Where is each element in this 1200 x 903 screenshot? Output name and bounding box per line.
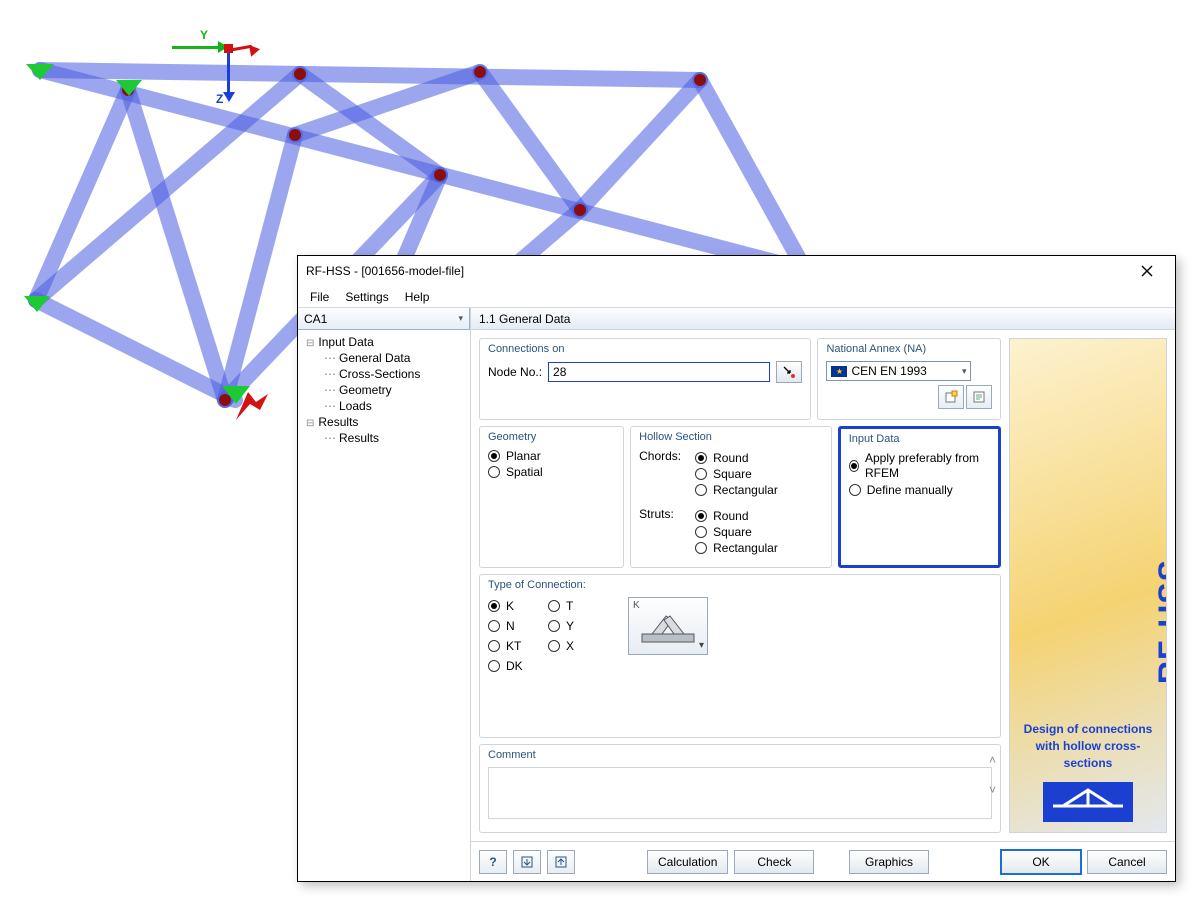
radio-struts-square[interactable]: Square	[695, 525, 778, 539]
radio-planar[interactable]: Planar	[488, 449, 615, 463]
menu-file[interactable]: File	[304, 288, 335, 306]
radio-struts-rect[interactable]: Rectangular	[695, 541, 778, 555]
group-hollow-section: Hollow Section Chords: Round Square Rect…	[630, 426, 832, 568]
tree-input-data[interactable]: Input Data	[300, 334, 468, 350]
cancel-button[interactable]: Cancel	[1087, 850, 1167, 874]
tree-loads[interactable]: Loads	[300, 398, 468, 414]
national-annex-select[interactable]: ★ CEN EN 1993 ▾	[826, 361, 971, 381]
calculation-button[interactable]: Calculation	[647, 850, 728, 874]
group-input-data: Input Data Apply preferably from RFEM De…	[838, 426, 1001, 568]
legend-connections-on: Connections on	[488, 343, 802, 355]
radio-chords-square[interactable]: Square	[695, 467, 778, 481]
chevron-down-icon: ▾	[458, 313, 463, 324]
annex-edit-button[interactable]	[966, 385, 992, 409]
struts-label: Struts:	[639, 507, 685, 557]
radio-spatial[interactable]: Spatial	[488, 465, 615, 479]
import-button[interactable]	[547, 850, 575, 874]
legend-hollow: Hollow Section	[639, 431, 823, 443]
chevron-down-icon: ▾	[699, 640, 704, 651]
group-connections-on: Connections on Node No.:	[479, 338, 811, 420]
radio-conn-T[interactable]: T	[548, 599, 608, 613]
legend-input-data: Input Data	[849, 433, 990, 445]
group-national-annex: National Annex (NA) ★ CEN EN 1993 ▾	[817, 338, 1001, 420]
graphics-button[interactable]: Graphics	[849, 850, 929, 874]
tree-results[interactable]: Results	[300, 414, 468, 430]
tree-results-leaf[interactable]: Results	[300, 430, 468, 446]
menu-settings[interactable]: Settings	[339, 288, 394, 306]
brand-tagline: Design of connectionswith hollow cross-s…	[1020, 721, 1156, 772]
radio-conn-Y[interactable]: Y	[548, 619, 608, 633]
connection-preview[interactable]: K ▾	[628, 597, 708, 655]
pointer-arrow-icon	[236, 392, 268, 420]
legend-annex: National Annex (NA)	[826, 343, 992, 355]
annex-new-button[interactable]	[938, 385, 964, 409]
legend-geometry: Geometry	[488, 431, 615, 443]
export-button[interactable]	[513, 850, 541, 874]
node-no-label: Node No.:	[488, 365, 542, 379]
case-combo[interactable]: CA1 ▾	[298, 308, 470, 330]
radio-conn-KT[interactable]: KT	[488, 639, 548, 653]
group-comment: Comment ˄˅	[479, 744, 1001, 833]
eu-flag-icon: ★	[831, 366, 847, 377]
rf-hss-dialog: RF-HSS - [001656-model-file] File Settin…	[297, 255, 1176, 882]
group-type-of-connection: Type of Connection: K T N Y KT X DK	[479, 574, 1001, 738]
dlubal-logo-icon	[1043, 782, 1133, 822]
chords-label: Chords:	[639, 449, 685, 499]
close-button[interactable]	[1127, 259, 1167, 283]
menubar: File Settings Help	[298, 286, 1175, 308]
check-button[interactable]: Check	[734, 850, 814, 874]
tree-general-data[interactable]: General Data	[300, 350, 468, 366]
radio-chords-round[interactable]: Round	[695, 451, 778, 465]
legend-comment: Comment	[488, 749, 992, 761]
help-button[interactable]: ?	[479, 850, 507, 874]
tree-cross-sections[interactable]: Cross-Sections	[300, 366, 468, 382]
pick-node-button[interactable]	[776, 361, 802, 383]
legend-conn-type: Type of Connection:	[488, 579, 992, 591]
window-title: RF-HSS - [001656-model-file]	[306, 264, 464, 278]
dialog-footer: ? Calculation Check Graphics OK Cancel	[471, 841, 1175, 881]
radio-chords-rect[interactable]: Rectangular	[695, 483, 778, 497]
ok-button[interactable]: OK	[1001, 850, 1081, 874]
radio-struts-round[interactable]: Round	[695, 509, 778, 523]
menu-help[interactable]: Help	[399, 288, 436, 306]
radio-conn-N[interactable]: N	[488, 619, 548, 633]
nav-tree: Input Data General Data Cross-Sections G…	[298, 330, 470, 881]
brand-panel: RF-HSS Design of connectionswith hollow …	[1009, 338, 1167, 833]
comment-textarea[interactable]	[488, 767, 992, 819]
chevron-down-icon: ▾	[962, 366, 967, 377]
tree-geometry[interactable]: Geometry	[300, 382, 468, 398]
radio-conn-X[interactable]: X	[548, 639, 608, 653]
section-header: 1.1 General Data	[471, 308, 1175, 330]
annex-value: CEN EN 1993	[851, 364, 926, 378]
titlebar: RF-HSS - [001656-model-file]	[298, 256, 1175, 286]
radio-define-manually[interactable]: Define manually	[849, 483, 990, 497]
preview-label: K	[633, 600, 640, 611]
comment-scrollbar[interactable]: ˄˅	[989, 753, 996, 797]
node-no-input[interactable]	[548, 362, 770, 382]
radio-conn-K[interactable]: K	[488, 599, 548, 613]
brand-name: RF-HSS	[1152, 559, 1167, 684]
radio-apply-rfem[interactable]: Apply preferably from RFEM	[849, 451, 990, 481]
group-geometry: Geometry Planar Spatial	[479, 426, 624, 568]
radio-conn-DK[interactable]: DK	[488, 659, 548, 673]
case-combo-value: CA1	[304, 312, 327, 326]
